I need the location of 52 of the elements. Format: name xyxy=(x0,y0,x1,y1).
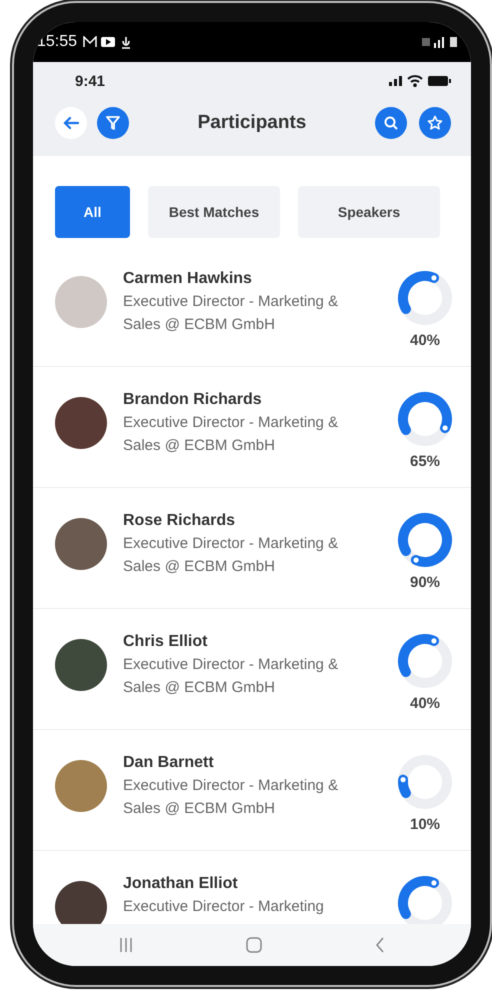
participant-role: Executive Director - Marketing xyxy=(123,897,325,917)
participant-role: Executive Director - Marketing & Sales @ ECBM GmbH xyxy=(123,534,340,577)
participant-name: Rose Richards xyxy=(123,511,236,531)
participant-role: Executive Director - Marketing & Sales @ ECBM GmbH xyxy=(123,776,340,819)
search-button[interactable] xyxy=(375,107,407,139)
match-ring xyxy=(397,512,453,568)
recent-apps-icon[interactable] xyxy=(119,937,134,953)
match-percentage: 40% xyxy=(410,332,440,349)
page-title: Participants xyxy=(196,112,308,134)
favorites-button[interactable] xyxy=(419,107,451,139)
participant-name: Jonathan Elliot xyxy=(123,874,239,894)
match-percentage: 40% xyxy=(410,695,440,712)
match-ring xyxy=(397,633,453,689)
match-ring xyxy=(397,270,453,326)
filter-tab[interactable]: Speakers xyxy=(298,186,440,238)
participant-name: Chris Elliot xyxy=(123,632,208,652)
match-percentage: 10% xyxy=(410,816,440,833)
wifi-icon xyxy=(407,75,423,87)
avatar-photo-placeholder xyxy=(55,881,107,924)
star-icon xyxy=(427,115,443,131)
participant-role: Executive Director - Marketing & Sales @ ECBM GmbH xyxy=(123,413,340,456)
filter-tab[interactable]: Best Matches xyxy=(148,186,280,238)
avatar-photo-placeholder xyxy=(55,639,107,691)
participant-name: Carmen Hawkins xyxy=(123,269,253,289)
search-icon xyxy=(384,116,398,130)
match-ring xyxy=(397,754,453,810)
participant-name: Dan Barnett xyxy=(123,753,215,773)
status-clock: 9:41 xyxy=(75,72,106,90)
battery-icon xyxy=(428,76,451,86)
match-percentage: 90% xyxy=(410,574,440,591)
participant-role: Executive Director - Marketing & Sales @ ECBM GmbH xyxy=(123,655,340,698)
back-arrow-icon xyxy=(63,116,79,130)
avatar-photo-placeholder xyxy=(55,276,107,328)
filter-tab[interactable]: All xyxy=(55,186,130,238)
filter-button[interactable] xyxy=(97,107,129,139)
match-percentage: 65% xyxy=(410,453,440,470)
participant-role: Executive Director - Marketing & Sales @ ECBM GmbH xyxy=(123,292,340,335)
mail-icon xyxy=(83,36,98,48)
back-button[interactable] xyxy=(55,107,87,139)
signal-icon xyxy=(389,76,402,86)
avatar-photo-placeholder xyxy=(55,760,107,812)
avatar-photo-placeholder xyxy=(55,518,107,570)
participant-name: Brandon Richards xyxy=(123,390,263,410)
avatar-photo-placeholder xyxy=(55,397,107,449)
battery-icon xyxy=(450,37,457,47)
signal-icon xyxy=(434,36,446,48)
video-icon xyxy=(101,37,116,47)
download-icon xyxy=(121,36,132,48)
home-icon[interactable] xyxy=(246,937,262,953)
back-icon[interactable] xyxy=(374,937,385,953)
match-ring xyxy=(397,391,453,447)
filter-icon xyxy=(106,116,120,130)
